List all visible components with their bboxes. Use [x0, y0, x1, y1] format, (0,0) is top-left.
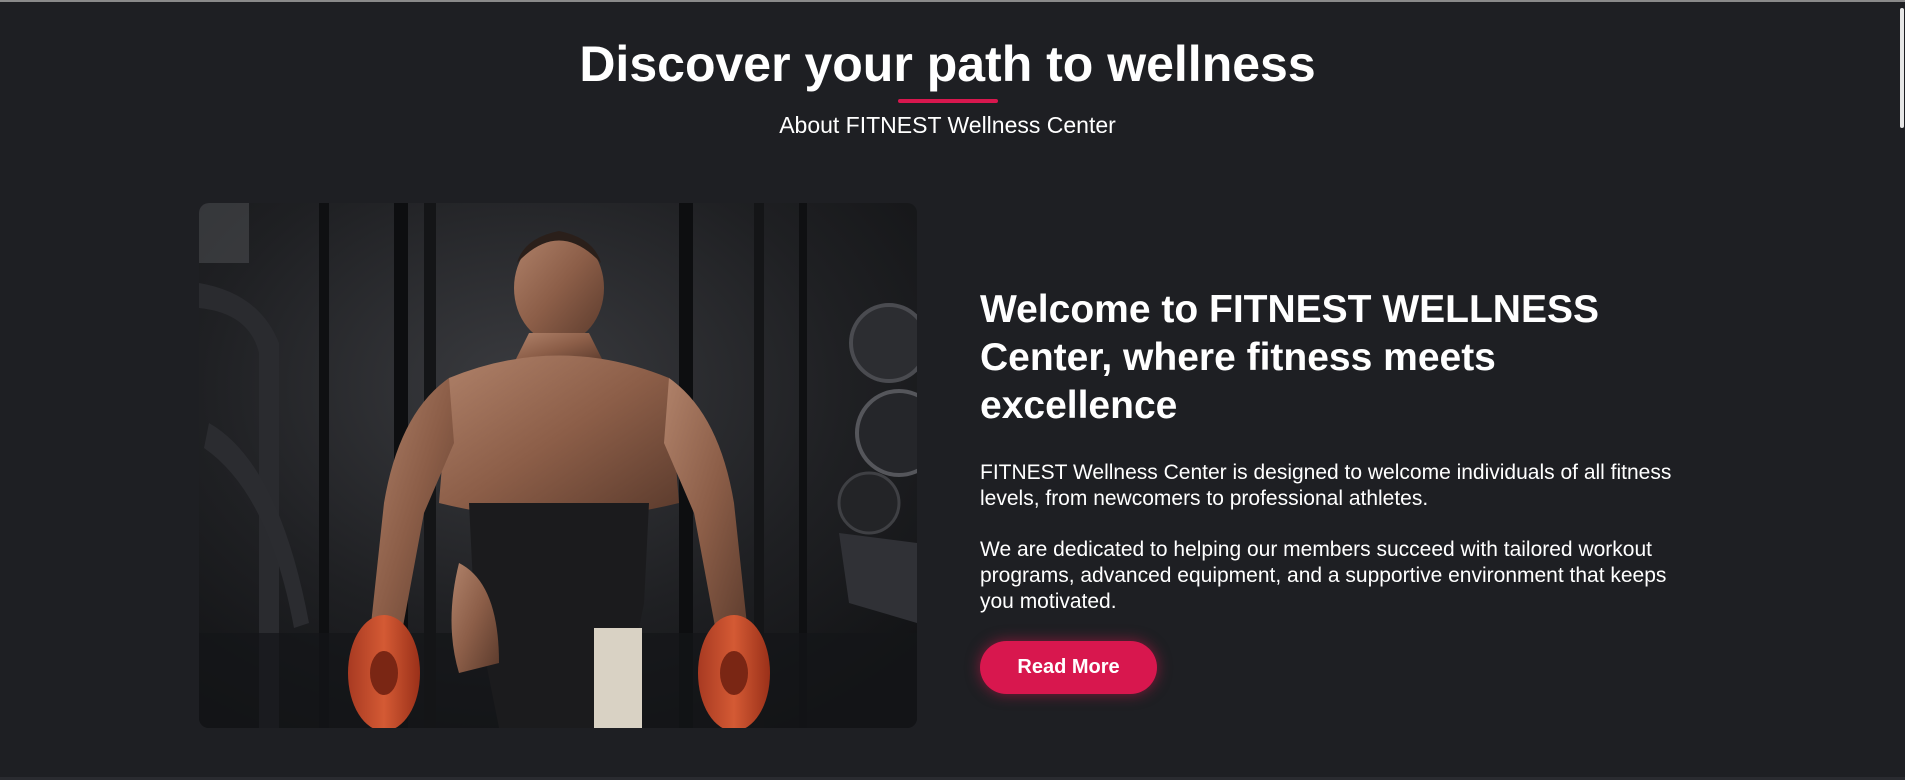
scrollbar[interactable]	[1899, 4, 1905, 780]
intro-paragraph: FITNEST Wellness Center is designed to w…	[980, 461, 1672, 510]
about-page: Discover your path to wellness About FIT…	[0, 0, 1905, 780]
mission-paragraph: We are dedicated to helping our members …	[980, 538, 1667, 613]
section-title: Discover your path to wellness	[579, 36, 1316, 92]
section-subtitle: About FITNEST Wellness Center	[779, 112, 1116, 138]
title-underline	[897, 99, 998, 103]
gym-athlete-image	[199, 203, 917, 728]
scrollbar-thumb[interactable]	[1900, 8, 1904, 128]
about-content: Welcome to FITNEST WELLNESS Center, wher…	[980, 286, 1700, 694]
welcome-heading: Welcome to FITNEST WELLNESS Center, wher…	[980, 288, 1599, 427]
section-header: Discover your path to wellness About FIT…	[0, 32, 1895, 139]
read-more-button[interactable]: Read More	[980, 641, 1157, 694]
